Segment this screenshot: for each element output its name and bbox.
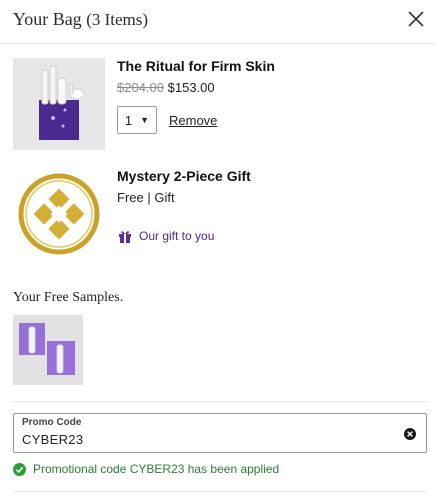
quantity-select[interactable]: 1 ▼ xyxy=(117,106,157,134)
cart-item-ritual: The Ritual for Firm Skin $204.00 $153.00… xyxy=(13,58,423,150)
gift-label: Our gift to you xyxy=(139,229,215,243)
bag-title: Your Bag (3 Items) xyxy=(13,9,148,30)
item-info-ritual: The Ritual for Firm Skin $204.00 $153.00 xyxy=(117,58,275,95)
sample-image-graphic xyxy=(19,323,75,375)
promo-value[interactable]: CYBER23 xyxy=(22,432,83,447)
item-name[interactable]: Mystery 2-Piece Gift xyxy=(117,168,251,184)
close-icon xyxy=(408,11,424,27)
gift-icon xyxy=(119,231,131,243)
bag-header: Your Bag (3 Items) xyxy=(0,0,435,44)
item-name[interactable]: The Ritual for Firm Skin xyxy=(117,58,275,74)
bag-item-count: (3 Items) xyxy=(86,10,149,29)
product-image-ritual[interactable] xyxy=(13,58,105,150)
sale-price: $153.00 xyxy=(167,80,215,95)
divider xyxy=(13,491,427,492)
gold-emblem-graphic xyxy=(18,173,100,255)
price-note: Free | Gift xyxy=(117,190,175,205)
bag-title-text: Your Bag xyxy=(13,9,82,29)
original-price: $204.00 xyxy=(117,80,164,95)
promo-code-field[interactable]: Promo Code CYBER23 xyxy=(13,413,427,453)
item-info-mystery-gift: Mystery 2-Piece Gift Free | Gift xyxy=(117,168,251,205)
quantity-value: 1 xyxy=(124,112,133,128)
promo-label: Promo Code xyxy=(22,417,82,428)
clear-icon xyxy=(404,428,416,440)
close-button[interactable] xyxy=(405,8,427,30)
product-image-ritual-graphic xyxy=(39,65,85,140)
promo-status-text: Promotional code CYBER23 has been applie… xyxy=(33,462,280,476)
samples-title: Your Free Samples. xyxy=(13,290,124,305)
gift-note: Our gift to you xyxy=(117,228,214,244)
promo-status: Promotional code CYBER23 has been applie… xyxy=(13,462,279,476)
check-circle-icon xyxy=(13,462,26,476)
price-row: $204.00 $153.00 xyxy=(117,80,275,95)
divider xyxy=(13,401,427,402)
remove-link[interactable]: Remove xyxy=(169,113,217,128)
caret-down-icon: ▼ xyxy=(140,115,150,125)
promo-clear-button[interactable] xyxy=(404,427,416,440)
quantity-row: 1 ▼ Remove xyxy=(117,106,217,134)
product-image-mystery-gift[interactable] xyxy=(13,168,105,260)
sample-image[interactable] xyxy=(13,315,83,385)
cart-item-mystery-gift: Mystery 2-Piece Gift Free | Gift Our gif… xyxy=(13,168,423,263)
